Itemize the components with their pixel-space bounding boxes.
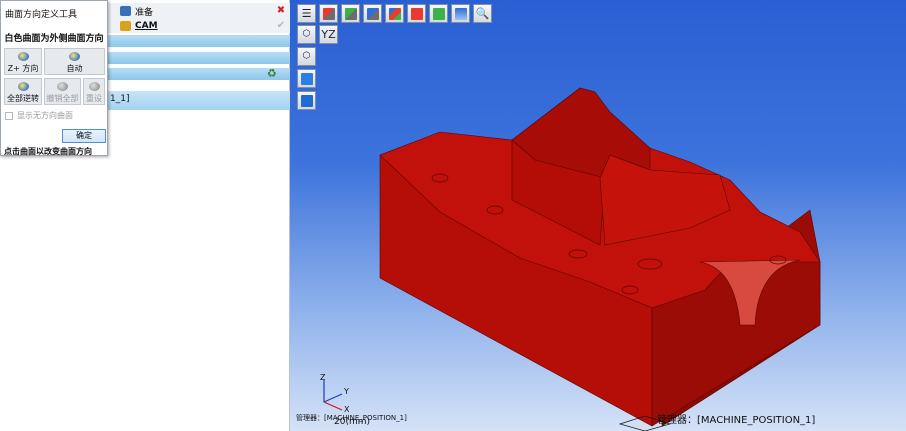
cube-view-green-front-icon[interactable] <box>429 4 448 23</box>
tree-band-2[interactable] <box>108 52 290 64</box>
undo-all-label: 撤销全部 <box>46 94 79 103</box>
left-panel: 准备 CAM ✖ ✔ ♻ 1_1] 曲面方向定义工具 白色曲面为外侧曲面方向 Z… <box>0 0 290 431</box>
reset-label: 重设 <box>86 94 102 103</box>
show-no-direction-label: 显示无方向曲面 <box>17 111 73 120</box>
tree-node-icon[interactable]: ♻ <box>267 68 281 80</box>
tab-cam-label: CAM <box>135 21 158 31</box>
cube-view-red-front-icon[interactable] <box>407 4 426 23</box>
z-plus-icon <box>17 52 29 61</box>
hint-text: 点击曲面以改变曲面方向 <box>4 147 92 156</box>
ok-button[interactable]: 确定 <box>62 129 106 143</box>
reset-icon <box>88 82 100 91</box>
z-plus-label: Z+ 方向 <box>7 64 39 73</box>
tree-node-label: 1_1] <box>110 94 130 104</box>
yz-label: YZ <box>321 28 336 41</box>
view-toolbar: ☰ 🔍 <box>297 4 492 23</box>
auto-icon <box>69 52 80 61</box>
auto-button[interactable]: 自动 <box>44 48 105 75</box>
side-view-toolbar: ⬡ ⬡ <box>297 25 316 110</box>
outline-cube-icon[interactable]: ⬡ <box>297 47 316 66</box>
manager-status: 管理器：[MACHINE_POSITION_1] <box>657 415 816 426</box>
menu-icon[interactable]: ☰ <box>297 4 316 23</box>
check-icon[interactable]: ✔ <box>274 20 288 32</box>
model-render[interactable] <box>290 0 906 431</box>
undo-icon <box>57 82 68 91</box>
layers-icon[interactable] <box>451 4 470 23</box>
z-plus-direction-button[interactable]: Z+ 方向 <box>4 48 42 75</box>
cube-view-blue-icon[interactable] <box>363 4 382 23</box>
tree-band-selected[interactable] <box>108 91 290 110</box>
reverse-all-button[interactable]: 全部逆转 <box>4 78 42 105</box>
scale-bar-label: 20(mm) <box>334 417 371 427</box>
tab-strip: 准备 CAM ✖ ✔ <box>108 3 290 33</box>
axis-triad: Z Y X <box>320 374 350 414</box>
tree-band-1[interactable] <box>108 35 290 47</box>
wireframe-cube-icon[interactable]: ⬡ <box>297 25 316 44</box>
reset-button[interactable]: 重设 <box>83 78 105 105</box>
prep-icon <box>120 6 131 16</box>
cam-icon <box>120 21 131 31</box>
cube-view-solid-icon[interactable] <box>385 4 404 23</box>
tab-cam[interactable]: CAM <box>108 19 290 33</box>
solid-cube-icon[interactable] <box>297 69 316 88</box>
undo-all-button[interactable]: 撤销全部 <box>44 78 81 105</box>
tree-band-3[interactable] <box>108 68 290 80</box>
dialog-title: 曲面方向定义工具 <box>5 10 78 20</box>
close-icon[interactable]: ✖ <box>274 5 288 17</box>
3d-viewport[interactable]: ☰ 🔍 ⬡ ⬡ YZ Z Y X 管理器：[MACHINE_POSITION_1… <box>290 0 906 431</box>
axis-z-label: Z <box>320 374 326 382</box>
tab-prep-label: 准备 <box>135 7 154 18</box>
surface-direction-dialog: 曲面方向定义工具 白色曲面为外侧曲面方向 Z+ 方向 自动 全部逆转 撤销全部 … <box>0 0 108 156</box>
checkbox-box[interactable] <box>5 111 13 120</box>
auto-label: 自动 <box>66 64 83 73</box>
cube-view-red-icon[interactable] <box>319 4 338 23</box>
tab-prep[interactable]: 准备 <box>108 4 290 18</box>
yz-axis-button[interactable]: YZ <box>319 25 338 44</box>
dialog-subtitle: 白色曲面为外侧曲面方向 <box>4 34 104 44</box>
show-no-direction-checkbox[interactable]: 显示无方向曲面 <box>5 110 73 121</box>
reverse-all-label: 全部逆转 <box>7 94 39 103</box>
cube-view-green-icon[interactable] <box>341 4 360 23</box>
zoom-icon[interactable]: 🔍 <box>473 4 492 23</box>
shaded-cube-icon[interactable] <box>297 91 316 110</box>
axis-y-label: Y <box>343 387 349 396</box>
reverse-icon <box>17 82 29 91</box>
